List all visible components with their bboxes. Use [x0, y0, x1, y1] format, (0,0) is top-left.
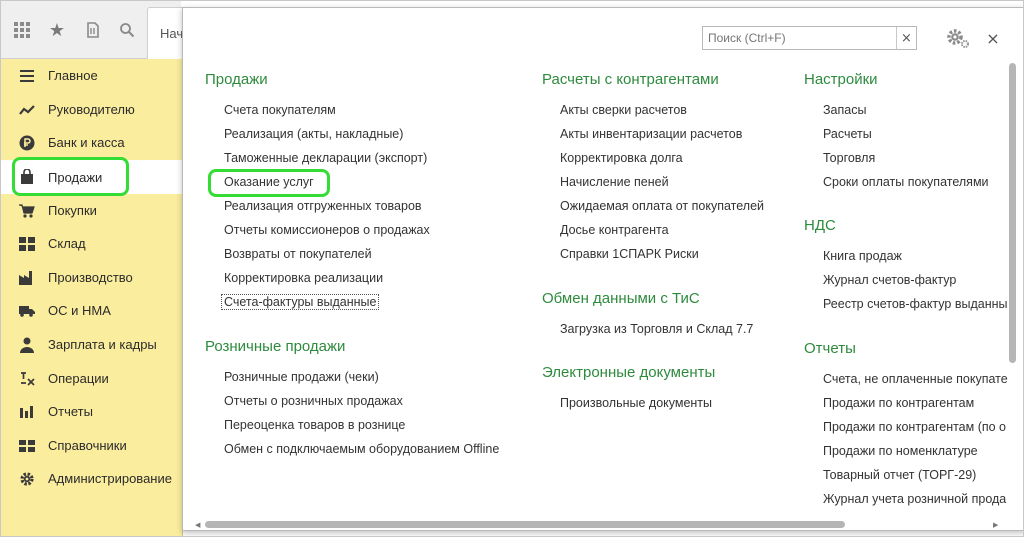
link-retail-sales-journal[interactable]: Журнал учета розничной прода: [823, 492, 1006, 506]
link-load-from-tis[interactable]: Загрузка из Торговля и Склад 7.7: [560, 322, 753, 336]
horizontal-scroll-thumb[interactable]: [205, 521, 845, 528]
gear-icon: [18, 470, 36, 488]
search-input[interactable]: [703, 27, 897, 49]
vertical-scroll-thumb[interactable]: [1009, 63, 1016, 363]
clear-search-button[interactable]: ×: [896, 27, 916, 49]
sidebar-item-warehouse[interactable]: Склад: [1, 227, 183, 260]
sidebar-item-label: Зарплата и кадры: [48, 337, 157, 352]
apps-grid-icon[interactable]: [7, 13, 37, 47]
sidebar-item-catalogs[interactable]: Справочники: [1, 429, 183, 462]
sidebar-item-reports[interactable]: Отчеты: [1, 395, 183, 428]
link-sales-by-counterparty[interactable]: Продажи по контрагентам: [823, 396, 974, 410]
link-reconciliation-acts[interactable]: Акты сверки расчетов: [560, 103, 687, 117]
section-title-settings: Настройки: [804, 71, 878, 88]
sidebar-item-label: Банк и касса: [48, 135, 125, 150]
link-trade-settings[interactable]: Торговля: [823, 151, 875, 165]
sales-highlight-frame: [12, 157, 129, 196]
sidebar-item-label: Главное: [48, 68, 98, 83]
trend-chart-icon: [18, 101, 36, 119]
sidebar-item-payroll[interactable]: Зарплата и кадры: [1, 328, 183, 361]
link-payment-terms[interactable]: Сроки оплаты покупателями: [823, 175, 989, 189]
settings-gear-icon[interactable]: [945, 26, 971, 50]
link-returns-from-buyers[interactable]: Возвраты от покупателей: [224, 247, 372, 261]
link-stocks[interactable]: Запасы: [823, 103, 866, 117]
bar-chart-icon: [18, 403, 36, 421]
operations-icon: [18, 370, 36, 388]
sidebar-item-label: Руководителю: [48, 102, 135, 117]
sidebar-item-label: Покупки: [48, 203, 97, 218]
link-sales-acts[interactable]: Реализация (акты, накладные): [224, 127, 403, 141]
sidebar-item-label: Отчеты: [48, 404, 93, 419]
link-debt-adjustment[interactable]: Корректировка долга: [560, 151, 683, 165]
sidebar-item-admin[interactable]: Администрирование: [1, 462, 183, 495]
sidebar-item-label: Производство: [48, 270, 133, 285]
link-invoices-to-buyers[interactable]: Счета покупателям: [224, 103, 336, 117]
section-title-exchange: Обмен данными с ТиС: [542, 290, 700, 307]
link-penalties[interactable]: Начисление пеней: [560, 175, 669, 189]
ruble-coin-icon: [18, 134, 36, 152]
link-shipped-goods-sales[interactable]: Реализация отгруженных товаров: [224, 199, 422, 213]
menu-lines-icon: [18, 67, 36, 85]
scroll-right-arrow-icon[interactable]: ▶: [993, 521, 998, 529]
sidebar-item-label: Операции: [48, 371, 109, 386]
services-highlight-frame: [208, 169, 330, 197]
link-torg29-report[interactable]: Товарный отчет (ТОРГ-29): [823, 468, 976, 482]
shopping-cart-icon: [18, 202, 36, 220]
link-expected-payment[interactable]: Ожидаемая оплата от покупателей: [560, 199, 764, 213]
link-retail-receipts[interactable]: Розничные продажи (чеки): [224, 370, 379, 384]
warehouse-icon: [18, 235, 36, 253]
sidebar-item-label: Администрирование: [48, 471, 172, 486]
vertical-scrollbar[interactable]: [1009, 63, 1017, 518]
sales-section-panel: × × Продажи Счета покупателям Реализация…: [182, 7, 1023, 531]
link-inventory-acts[interactable]: Акты инвентаризации расчетов: [560, 127, 742, 141]
sidebar-item-label: ОС и НМА: [48, 303, 111, 318]
link-commission-reports[interactable]: Отчеты комиссионеров о продажах: [224, 223, 430, 237]
person-icon: [18, 336, 36, 354]
sidebar-item-production[interactable]: Производство: [1, 261, 183, 294]
link-counterparty-dossier[interactable]: Досье контрагента: [560, 223, 669, 237]
sidebar-item-operations[interactable]: Операции: [1, 362, 183, 395]
section-title-edocs: Электронные документы: [542, 364, 716, 381]
link-issued-invoices[interactable]: Счета-фактуры выданные: [221, 294, 380, 310]
factory-icon: [18, 269, 36, 287]
sidebar-item-purchases[interactable]: Покупки: [1, 194, 183, 227]
link-sales-adjustment[interactable]: Корректировка реализации: [224, 271, 383, 285]
truck-icon: [18, 302, 36, 320]
search-icon[interactable]: [112, 13, 142, 47]
link-issued-invoices-registry[interactable]: Реестр счетов-фактур выданны: [823, 297, 1008, 311]
section-title-vat: НДС: [804, 217, 836, 234]
sidebar-item-manager[interactable]: Руководителю: [1, 93, 183, 126]
link-sales-book[interactable]: Книга продаж: [823, 249, 902, 263]
link-offline-equipment[interactable]: Обмен с подключаемым оборудованием Offli…: [224, 442, 499, 456]
link-arbitrary-documents[interactable]: Произвольные документы: [560, 396, 712, 410]
scroll-left-arrow-icon[interactable]: ◀: [195, 521, 200, 529]
sidebar-item-label: Склад: [48, 236, 86, 251]
link-sales-by-counterparty-detailed[interactable]: Продажи по контрагентам (по о: [823, 420, 1006, 434]
sidebar-item-fixed-assets[interactable]: ОС и НМА: [1, 294, 183, 327]
link-retail-revaluation[interactable]: Переоценка товаров в рознице: [224, 418, 405, 432]
close-panel-button[interactable]: ×: [983, 26, 1003, 50]
sidebar-item-label: Справочники: [48, 438, 127, 453]
horizontal-scrollbar[interactable]: [205, 521, 1010, 529]
link-settlements-settings[interactable]: Расчеты: [823, 127, 872, 141]
history-icon[interactable]: [78, 13, 108, 47]
app-window: ★ Нача Главное Руководителю Банк и касса…: [0, 0, 1024, 537]
section-title-retail: Розничные продажи: [205, 338, 346, 355]
section-title-settlements: Расчеты с контрагентами: [542, 71, 719, 88]
star-icon[interactable]: ★: [42, 13, 72, 47]
link-retail-reports[interactable]: Отчеты о розничных продажах: [224, 394, 403, 408]
link-customs-declarations[interactable]: Таможенные декларации (экспорт): [224, 151, 427, 165]
sidebar-item-main[interactable]: Главное: [1, 59, 183, 92]
sidebar: Главное Руководителю Банк и касса Продаж…: [1, 59, 183, 536]
book-icon: [18, 437, 36, 455]
link-spark-risks[interactable]: Справки 1СПАРК Риски: [560, 247, 699, 261]
link-unpaid-invoices[interactable]: Счета, не оплаченные покупате: [823, 372, 1008, 386]
sidebar-item-bank[interactable]: Банк и касса: [1, 126, 183, 159]
link-invoice-journal[interactable]: Журнал счетов-фактур: [823, 273, 956, 287]
search-box: ×: [702, 26, 917, 50]
section-title-sales: Продажи: [205, 71, 268, 88]
section-title-reports: Отчеты: [804, 340, 856, 357]
link-sales-by-items[interactable]: Продажи по номенклатуре: [823, 444, 978, 458]
